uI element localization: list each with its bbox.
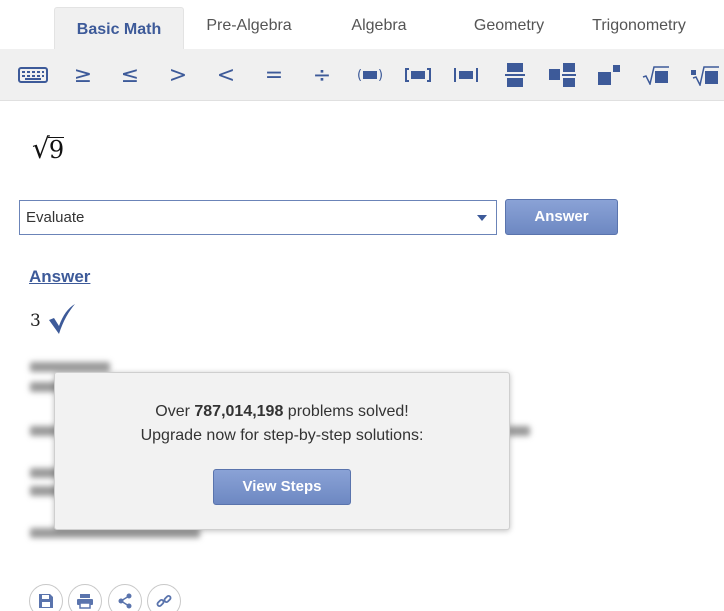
square-root-button[interactable] (642, 59, 670, 91)
tab-algebra[interactable]: Algebra (320, 7, 438, 49)
greater-equal-button[interactable]: ≥ (70, 59, 96, 91)
keyboard-icon (18, 67, 48, 83)
problems-solved-count: 787,014,198 (194, 403, 284, 420)
link-button[interactable] (147, 584, 181, 611)
math-toolbar: ≥ ≤ > < = ÷ ( ) (0, 49, 724, 101)
checkmark-icon (49, 304, 75, 334)
absolute-value-icon (454, 68, 478, 82)
upgrade-popup: Over 787,014,198 problems solved! Upgrad… (54, 372, 510, 530)
square-root-icon (642, 66, 669, 85)
nth-root-button[interactable] (690, 59, 720, 91)
fraction-button[interactable] (501, 59, 529, 91)
view-steps-button[interactable]: View Steps (213, 469, 351, 505)
tab-pre-algebra[interactable]: Pre-Algebra (190, 7, 308, 49)
problems-solved-text: Over 787,014,198 problems solved! (55, 403, 509, 421)
exponent-button[interactable] (596, 59, 622, 91)
nth-root-icon (691, 66, 719, 86)
answer-value: 3 (30, 311, 41, 331)
greater-equal-symbol: ≥ (73, 62, 93, 88)
svg-text:(: ( (357, 68, 362, 83)
print-icon (77, 594, 93, 609)
less-than-button[interactable]: < (213, 59, 239, 91)
equals-button[interactable]: = (261, 59, 287, 91)
brackets-button[interactable] (404, 59, 432, 91)
save-icon (39, 594, 53, 608)
tab-basic-math[interactable]: Basic Math (54, 7, 184, 49)
exponent-icon (598, 65, 620, 85)
svg-text:): ) (378, 68, 383, 83)
divide-symbol: ÷ (312, 62, 332, 88)
less-than-symbol: < (216, 62, 236, 88)
share-button[interactable] (108, 584, 142, 611)
keyboard-button[interactable] (18, 59, 48, 91)
fraction-icon (505, 63, 525, 87)
less-equal-symbol: ≤ (120, 62, 140, 88)
operation-select[interactable]: Evaluate (19, 200, 497, 235)
equals-symbol: = (264, 62, 284, 88)
problems-solved-suffix: problems solved! (283, 403, 409, 420)
subject-tabs: Basic Math Pre-Algebra Algebra Geometry … (0, 0, 724, 49)
print-button[interactable] (68, 584, 102, 611)
radicand: 9 (47, 136, 65, 164)
answer-button[interactable]: Answer (505, 199, 618, 235)
upgrade-text: Upgrade now for step-by-step solutions: (140, 427, 424, 444)
answer-heading[interactable]: Answer (29, 267, 90, 287)
divide-button[interactable]: ÷ (309, 59, 335, 91)
problems-solved-prefix: Over (155, 403, 195, 420)
share-icon (118, 593, 132, 609)
brackets-icon (405, 68, 431, 82)
parentheses-icon: ( ) (357, 68, 383, 83)
chevron-down-icon (477, 215, 487, 221)
less-equal-button[interactable]: ≤ (117, 59, 143, 91)
link-icon (156, 595, 172, 607)
greater-than-symbol: > (168, 62, 188, 88)
parentheses-button[interactable]: ( ) (356, 59, 384, 91)
operation-select-value: Evaluate (26, 209, 85, 226)
math-expression: √9 (32, 132, 65, 165)
absolute-value-button[interactable] (452, 59, 480, 91)
tab-geometry[interactable]: Geometry (450, 7, 568, 49)
save-button[interactable] (29, 584, 63, 611)
mixed-fraction-button[interactable] (547, 59, 577, 91)
greater-than-button[interactable]: > (165, 59, 191, 91)
tab-trigonometry[interactable]: Trigonometry (580, 7, 698, 49)
mixed-fraction-icon (549, 63, 576, 87)
